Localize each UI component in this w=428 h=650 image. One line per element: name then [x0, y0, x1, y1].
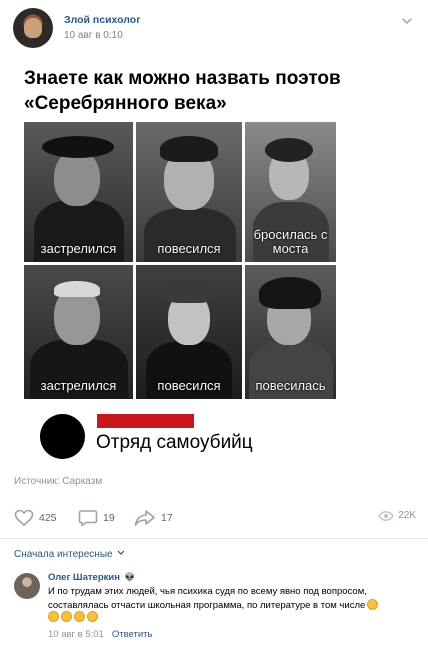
comment-button[interactable]: 19 — [78, 506, 115, 530]
comment-count: 19 — [103, 512, 115, 524]
poet-photo-2: повесился — [136, 122, 242, 262]
poet-photo-4: застрелился — [24, 265, 133, 399]
smile-emoji-icon — [61, 611, 72, 622]
poet-caption: повесился — [157, 241, 221, 256]
squad-text: Отряд самоубийц — [96, 432, 253, 453]
cool-emoji-icon — [74, 611, 85, 622]
reply-button[interactable]: Ответить — [112, 629, 153, 640]
poet-caption: застрелился — [40, 241, 117, 256]
divider — [0, 538, 428, 539]
poet-caption: повесилась — [255, 378, 326, 393]
thinking-emoji-icon — [367, 598, 379, 610]
comment-meta: 10 авг в 5:01 Ответить — [48, 629, 152, 640]
smile-emoji-icon — [48, 611, 59, 622]
poet-photo-5: повесился — [136, 265, 242, 399]
comment-author[interactable]: Олег Шатеркин 👽 — [48, 572, 135, 583]
poet-caption: бросилась с моста — [253, 227, 328, 256]
comment-text-body: И по трудам этих людей, чья психика судя… — [48, 586, 367, 611]
scream-emoji-icon — [87, 611, 98, 622]
post-date[interactable]: 10 авг в 0:10 — [64, 30, 123, 41]
comment-date[interactable]: 10 авг в 5:01 — [48, 629, 104, 640]
sort-label: Сначала интересные — [14, 549, 113, 560]
comment-icon — [78, 510, 98, 527]
emoji-row — [48, 611, 98, 622]
share-icon — [134, 510, 155, 526]
poet-caption: застрелился — [40, 378, 117, 393]
chevron-down-icon — [117, 550, 125, 555]
post-source[interactable]: Источник: Сарказм — [14, 476, 102, 487]
heart-icon — [14, 509, 34, 527]
like-count: 425 — [39, 512, 57, 524]
views-counter: 22K — [378, 510, 416, 521]
comment-author-name[interactable]: Олег Шатеркин — [48, 572, 120, 583]
photo-grid: застрелился повесился бросилась с моста … — [24, 122, 336, 399]
comment-avatar[interactable] — [14, 573, 40, 599]
eye-icon — [378, 510, 394, 521]
suicide-squad-logo: Отряд самоубийц — [40, 404, 340, 459]
black-circle — [40, 414, 85, 459]
meme-title: Знаете как можно назвать поэтов «Серебря… — [24, 68, 341, 114]
meme-image[interactable]: Знаете как можно назвать поэтов «Серебря… — [0, 54, 428, 462]
like-button[interactable]: 425 — [14, 506, 57, 530]
author-avatar[interactable] — [13, 8, 53, 48]
comment: Олег Шатеркин 👽 И по трудам этих людей, … — [0, 568, 428, 648]
comment-text: И по трудам этих людей, чья психика судя… — [48, 586, 420, 612]
poet-photo-1: застрелился — [24, 122, 133, 262]
author-name[interactable]: Злой психолог — [64, 14, 141, 26]
share-button[interactable]: 17 — [134, 506, 173, 530]
post-header: Злой психолог 10 авг в 0:10 — [0, 0, 428, 54]
chevron-down-icon[interactable] — [400, 14, 414, 28]
red-bar — [97, 414, 194, 428]
views-count: 22K — [398, 510, 416, 521]
comment-sort-dropdown[interactable]: Сначала интересные — [14, 549, 125, 560]
share-count: 17 — [161, 512, 173, 524]
alien-icon: 👽 — [123, 572, 136, 582]
post-actions: 425 19 17 22K — [0, 506, 428, 532]
poet-caption: повесился — [157, 378, 221, 393]
poet-photo-3: бросилась с моста — [245, 122, 336, 262]
poet-photo-6: повесилась — [245, 265, 336, 399]
